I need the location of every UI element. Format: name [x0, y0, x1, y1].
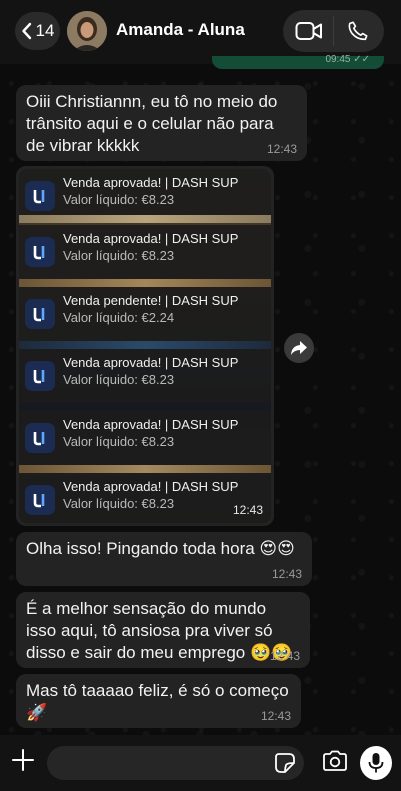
dash-sup-logo-icon [25, 181, 55, 211]
image-divider [19, 215, 271, 223]
dash-sup-logo-icon [25, 237, 55, 267]
message-text: Oiii Christiannn, eu tô no meio do trâns… [26, 92, 278, 155]
dash-sup-logo-icon [25, 361, 55, 391]
forward-button[interactable] [284, 333, 314, 363]
message-time: 12:43 [269, 649, 300, 663]
microphone-button[interactable] [360, 746, 392, 780]
notification-title: Venda aprovada! | DASH SUP [63, 175, 239, 190]
image-message[interactable]: Venda aprovada! | DASH SUP Valor líquido… [16, 166, 274, 526]
phone-icon[interactable] [347, 20, 369, 42]
notification-card: Venda pendente! | DASH SUP Valor líquido… [19, 287, 271, 341]
dash-sup-logo-icon [25, 423, 55, 453]
notification-title: Venda aprovada! | DASH SUP [63, 417, 239, 432]
message-time: 12:43 [232, 503, 263, 517]
image-divider [19, 341, 271, 349]
message-composer [0, 735, 401, 791]
notification-value: Valor líquido: €8.23 [63, 248, 175, 263]
chat-screen: 14 Amanda - Aluna 09:45 ✓✓ Oiii Christia… [0, 0, 401, 791]
incoming-message[interactable]: Olha isso! Pingando toda hora 😍😍 12:43 [16, 532, 312, 586]
message-time: 12:43 [266, 142, 297, 156]
back-button[interactable]: 14 [15, 12, 60, 50]
notification-card: Venda aprovada! | DASH SUP Valor líquido… [19, 411, 271, 465]
forward-icon [291, 341, 307, 355]
contact-name[interactable]: Amanda - Aluna [116, 20, 245, 40]
notification-title: Venda aprovada! | DASH SUP [63, 479, 239, 494]
unread-count: 14 [35, 21, 55, 40]
notification-title: Venda aprovada! | DASH SUP [63, 355, 239, 370]
dash-sup-logo-icon [25, 299, 55, 329]
message-time: 12:43 [260, 709, 291, 723]
notification-title: Venda aprovada! | DASH SUP [63, 231, 239, 246]
notification-card: Venda aprovada! | DASH SUP Valor líquido… [19, 225, 271, 279]
avatar[interactable] [67, 11, 107, 51]
camera-icon[interactable] [322, 750, 348, 772]
message-input[interactable] [47, 746, 304, 780]
message-time: 12:43 [271, 567, 302, 581]
notification-value: Valor líquido: €8.23 [63, 372, 175, 387]
message-text: Olha isso! Pingando toda hora 😍😍 [26, 539, 295, 558]
sticker-icon[interactable] [274, 752, 296, 774]
microphone-icon [368, 753, 384, 773]
sent-message-tail[interactable]: 09:45 ✓✓ [212, 54, 384, 69]
call-actions [283, 10, 384, 52]
notification-value: Valor líquido: €8.23 [63, 192, 175, 207]
image-divider [19, 465, 271, 473]
message-text: É a melhor sensação do mundo isso aqui, … [26, 599, 293, 662]
video-call-icon[interactable] [295, 21, 323, 41]
dash-sup-logo-icon [25, 485, 55, 515]
divider [333, 16, 334, 46]
incoming-message[interactable]: É a melhor sensação do mundo isso aqui, … [16, 592, 310, 668]
notifications-screenshot: Venda aprovada! | DASH SUP Valor líquido… [19, 169, 271, 523]
notification-value: Valor líquido: €8.23 [63, 496, 175, 511]
incoming-message[interactable]: Mas tô taaaao feliz, é só o começo 🚀 12:… [16, 674, 301, 728]
plus-icon[interactable] [11, 748, 35, 772]
image-divider [19, 403, 271, 411]
message-text: Mas tô taaaao feliz, é só o começo 🚀 [26, 681, 289, 722]
message-time: 09:45 ✓✓ [325, 54, 370, 65]
notification-value: Valor líquido: €8.23 [63, 434, 175, 449]
image-divider [19, 279, 271, 287]
notification-value: Valor líquido: €2.24 [63, 310, 175, 325]
incoming-message[interactable]: Oiii Christiannn, eu tô no meio do trâns… [16, 85, 307, 161]
notification-title: Venda pendente! | DASH SUP [63, 293, 239, 308]
notification-card: Venda aprovada! | DASH SUP Valor líquido… [19, 349, 271, 403]
chevron-left-icon [21, 22, 31, 40]
